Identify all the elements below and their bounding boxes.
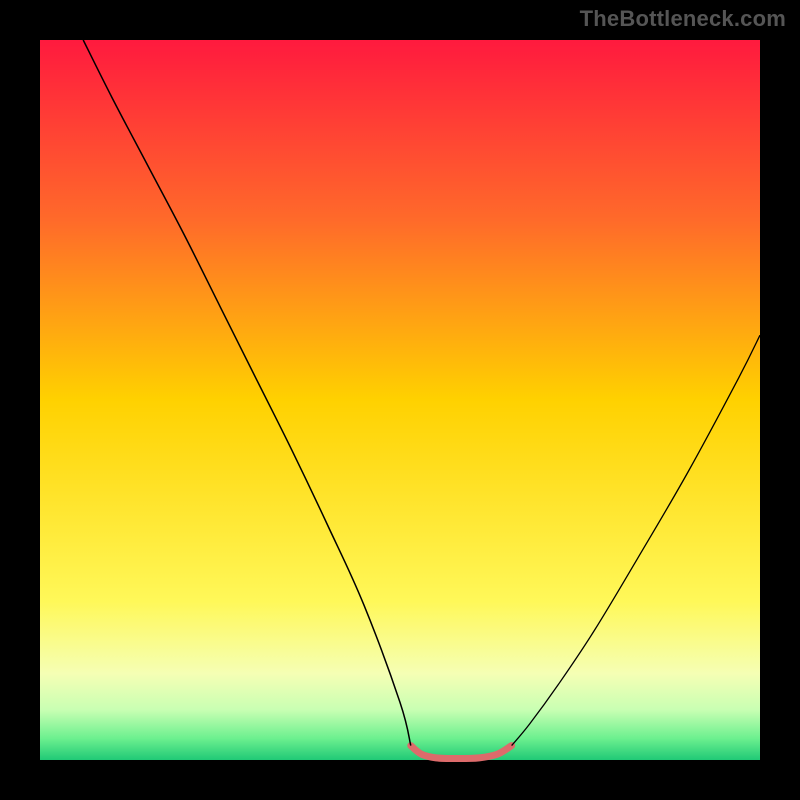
valley-highlight-series — [411, 746, 512, 759]
chart-frame: TheBottleneck.com — [0, 0, 800, 800]
watermark-text: TheBottleneck.com — [580, 6, 786, 32]
right-branch-series — [512, 335, 760, 745]
left-branch-series — [83, 40, 411, 746]
curve-layer — [40, 40, 760, 760]
plot-area — [40, 40, 760, 760]
